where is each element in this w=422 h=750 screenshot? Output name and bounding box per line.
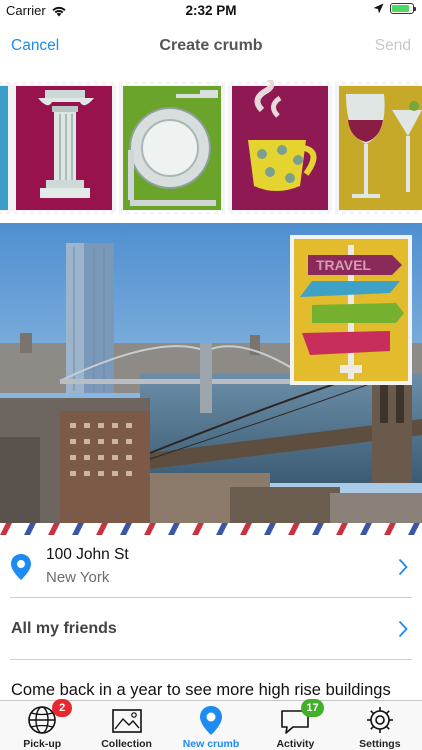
tab-collection[interactable]: Collection — [84, 701, 168, 750]
tab-activity[interactable]: 17 Activity — [253, 699, 337, 750]
location-street: 100 John St — [46, 546, 129, 563]
tab-new-crumb[interactable]: New crumb — [169, 701, 253, 750]
tab-settings[interactable]: Settings — [338, 701, 422, 750]
message-field[interactable]: Come back in a year to see more high ris… — [11, 681, 416, 700]
location-pin-icon — [11, 554, 31, 580]
photo-icon — [111, 709, 142, 733]
crumb-photo: TRAVEL — [0, 223, 422, 525]
activity-badge: 17 — [301, 699, 324, 717]
gear-icon — [366, 707, 393, 733]
stamp-strip-graphic — [0, 80, 422, 216]
divider — [10, 659, 412, 660]
airmail-border — [0, 523, 422, 535]
page-title: Create crumb — [159, 37, 263, 54]
chevron-right-icon — [398, 620, 408, 638]
clock: 2:32 PM — [185, 3, 237, 18]
audience-label: All my friends — [11, 620, 117, 637]
column-stamp[interactable] — [12, 82, 116, 214]
cup-stamp[interactable] — [228, 80, 332, 214]
battery-level — [392, 5, 409, 12]
tab-label: New crumb — [182, 738, 240, 750]
location-arrow-icon — [373, 3, 384, 14]
tab-label: Pick-up — [23, 738, 62, 750]
stamp-partial-left[interactable] — [0, 82, 12, 214]
location-row[interactable]: 100 John St New York — [0, 538, 422, 596]
wine-stamp[interactable] — [335, 82, 422, 214]
location-city: New York — [46, 569, 110, 586]
tab-label: Activity — [276, 738, 315, 750]
navigation-bar: Cancel Create crumb Send — [0, 22, 422, 70]
plate-stamp[interactable] — [119, 82, 225, 214]
pick-up-badge: 2 — [52, 699, 73, 717]
signpost-stamp[interactable]: TRAVEL — [290, 235, 412, 385]
tab-label: Collection — [101, 738, 152, 750]
tab-pick-up[interactable]: 2 Pick-up — [0, 699, 84, 750]
tab-label: Settings — [359, 738, 401, 750]
send-button[interactable]: Send — [375, 37, 411, 55]
chevron-right-icon — [398, 558, 408, 576]
battery-icon — [390, 3, 416, 14]
status-bar: Carrier 2:32 PM — [0, 0, 422, 22]
pin-icon — [200, 706, 223, 735]
status-indicators — [373, 3, 416, 14]
audience-row[interactable]: All my friends — [0, 598, 422, 658]
stamp-picker[interactable] — [0, 80, 422, 216]
tab-bar: 2 Pick-up Collection New crumb 17 Activi… — [0, 699, 422, 750]
stamp-travel-text: TRAVEL — [316, 257, 371, 273]
